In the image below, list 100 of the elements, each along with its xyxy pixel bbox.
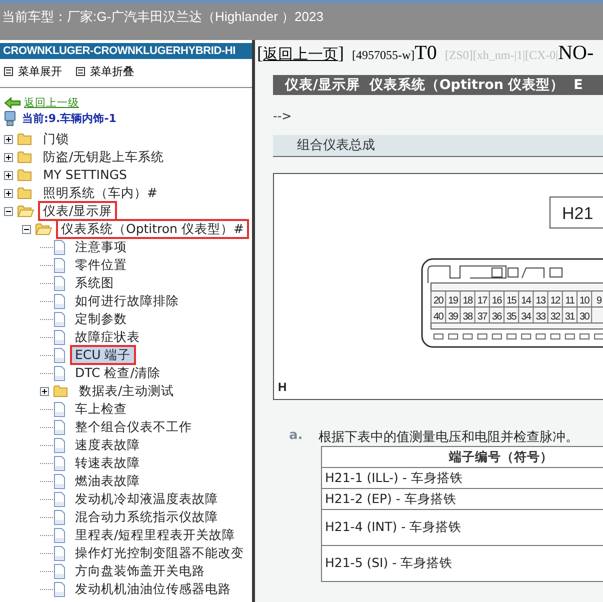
tree-item[interactable]: 门锁 xyxy=(38,129,74,149)
tree-item[interactable]: 仪表系统（Optitron 仪表型）# xyxy=(56,219,249,239)
section-heading: 组合仪表总成 xyxy=(273,135,603,157)
open-folder-icon xyxy=(35,222,52,236)
pin-number: 31 xyxy=(564,312,574,322)
page-icon xyxy=(53,366,66,380)
computer-icon xyxy=(4,111,16,126)
page-icon xyxy=(53,510,66,524)
back-arrow-icon xyxy=(4,97,21,109)
page-icon xyxy=(53,240,66,254)
folder-icon xyxy=(53,384,70,398)
tree-item[interactable]: 发动机机油油位传感器电路 xyxy=(70,579,236,599)
tree-item[interactable]: 故障症状表 xyxy=(70,327,145,347)
pin-number: 17 xyxy=(477,296,487,306)
pin-number: 40 xyxy=(434,312,444,322)
back-page-link[interactable]: 返回上一页 xyxy=(263,47,338,63)
page-icon xyxy=(53,330,66,344)
page-icon xyxy=(53,276,66,290)
tree-item[interactable]: 注意事项 xyxy=(70,237,132,257)
step-text: 根据下表中的值测量电压和电阻并检查脉冲。 xyxy=(318,429,579,446)
pin-number: 16 xyxy=(492,296,502,306)
table-cell: H21-2 (EP) - 车身搭铁 xyxy=(322,488,603,510)
collapse-icon[interactable] xyxy=(4,206,13,216)
expand-icon[interactable] xyxy=(4,134,13,144)
folder-icon xyxy=(17,132,34,146)
bracket-text: ] xyxy=(338,43,344,63)
folder-icon xyxy=(17,168,34,182)
open-folder-icon xyxy=(17,204,34,218)
tree-item[interactable]: 发动机冷却液温度表故障 xyxy=(70,489,223,509)
expand-icon[interactable] xyxy=(4,152,13,162)
tree-item[interactable]: 整个组合仪表不工作 xyxy=(70,417,197,437)
pin-number: 15 xyxy=(506,296,516,306)
back-link[interactable]: 返回上一级 xyxy=(24,96,79,110)
pin-number: 14 xyxy=(521,296,531,306)
tree-item[interactable]: 里程表/短程里程表开关故障 xyxy=(70,525,240,545)
tree-item[interactable]: 操作灯光控制变阻器不能改变 xyxy=(70,543,249,563)
tree-item[interactable]: 仪表/显示屏 xyxy=(38,201,118,221)
collapse-icon[interactable] xyxy=(22,224,31,234)
document-id: [4957055-w] xyxy=(352,48,415,62)
sidebar-title: CROWNKLUGER-CROWNKLUGERHYBRID-HI xyxy=(0,43,252,59)
pin-number: 30 xyxy=(580,312,590,322)
tree-item[interactable]: 零件位置 xyxy=(70,255,132,275)
window-title: 当前车型：厂家:G-广汽丰田汉兰达（Highlander ）2023 xyxy=(2,9,324,24)
page-heading: 仪表/显示屏 仪表系统（Optitron 仪表型） E xyxy=(273,75,603,95)
pin-number: 34 xyxy=(521,312,531,322)
page-icon xyxy=(53,528,66,542)
menu-action[interactable]: 菜单展开 xyxy=(18,64,62,79)
tree-item[interactable]: DTC 检查/清除 xyxy=(70,363,166,383)
menu-icon xyxy=(4,67,13,76)
table-cell: H21-1 (ILL-) - 车身搭铁 xyxy=(322,468,603,488)
pin-number: 12 xyxy=(550,296,560,306)
pin-number: 32 xyxy=(550,312,560,322)
page-icon xyxy=(53,438,66,452)
tree-item[interactable]: 速度表故障 xyxy=(70,435,145,455)
table-cell: H21-5 (SI) - 车身搭铁 xyxy=(322,546,603,582)
pin-number: 20 xyxy=(434,296,444,306)
current-location: 当前:9.车辆内饰-1 xyxy=(22,111,116,126)
tree-item[interactable]: 燃油表故障 xyxy=(70,471,145,491)
page-icon xyxy=(53,474,66,488)
tree-item[interactable]: 车上检查 xyxy=(70,399,132,419)
pin-number: 33 xyxy=(536,312,546,322)
tree-item[interactable]: 数据表/主动测试 xyxy=(74,381,180,401)
page-icon xyxy=(53,420,66,434)
pin-number: 18 xyxy=(462,296,472,306)
column-header: 端子编号（符号） xyxy=(322,446,603,468)
page-icon xyxy=(53,582,66,596)
tree-item[interactable]: ECU 端子 xyxy=(70,345,136,365)
menu-action[interactable]: 菜单折叠 xyxy=(90,64,134,79)
expand-icon[interactable] xyxy=(40,386,49,396)
page-icon xyxy=(53,348,66,362)
page-icon xyxy=(53,402,66,416)
connector-label: H21 xyxy=(562,204,594,223)
tree-item[interactable]: 如何进行故障排除 xyxy=(70,291,184,311)
tree-item[interactable]: 混合动力系统指示仪故障 xyxy=(70,507,223,527)
tree-item[interactable]: 转速表故障 xyxy=(70,453,145,473)
page-icon xyxy=(53,564,66,578)
page-icon xyxy=(53,492,66,506)
pin-number: 37 xyxy=(477,312,487,322)
page-icon xyxy=(53,456,66,470)
pin-number: 19 xyxy=(448,296,458,306)
page-icon xyxy=(53,546,66,560)
pin-number: 9 xyxy=(596,296,602,306)
pin-number: 35 xyxy=(506,312,516,322)
tree-item[interactable]: 系统图 xyxy=(70,273,119,293)
tree-item[interactable]: 定制参数 xyxy=(70,309,132,329)
tree-item[interactable]: 方向盘装饰盖开关电路 xyxy=(70,561,210,581)
table-cell: H21-4 (INT) - 车身搭铁 xyxy=(322,510,603,546)
expand-icon[interactable] xyxy=(4,170,13,180)
tree-item[interactable]: MY SETTINGS xyxy=(38,165,132,185)
folder-icon xyxy=(17,186,34,200)
view-label: H xyxy=(278,380,287,394)
pin-number: 11 xyxy=(565,296,574,306)
pin-number: 36 xyxy=(492,312,502,322)
tree-item[interactable]: 防盗/无钥匙上车系统 xyxy=(38,147,170,167)
folder-icon xyxy=(17,150,34,164)
expand-icon[interactable] xyxy=(4,188,13,198)
pin-number: 39 xyxy=(448,312,458,322)
code-text: T0 xyxy=(414,42,437,64)
menu-icon xyxy=(76,67,85,76)
tree-item[interactable]: 照明系统（车内）# xyxy=(38,183,162,203)
